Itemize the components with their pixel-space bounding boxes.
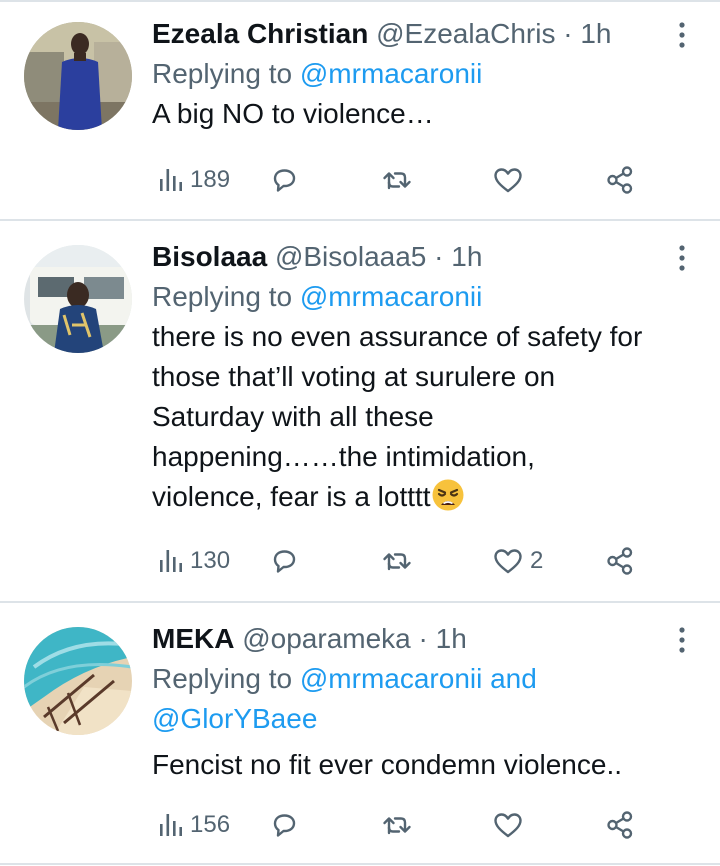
- mention-link[interactable]: @mrmacaronii: [300, 58, 482, 89]
- separator: [0, 863, 720, 865]
- tweet-text-line: violence, fear is a lotttt: [152, 477, 696, 517]
- like-button[interactable]: 2: [492, 541, 543, 581]
- mention-link[interactable]: @GlorYBaee: [152, 699, 696, 739]
- tweet[interactable]: Bisolaaa @Bisolaaa5 · 1h Replying to @mr…: [0, 221, 720, 601]
- share-icon: [607, 166, 633, 194]
- tweet-text: there is no even assurance of safety for…: [152, 317, 696, 517]
- reply-button[interactable]: [268, 160, 306, 200]
- tweet-header: Bisolaaa @Bisolaaa5 · 1h: [152, 237, 696, 277]
- heart-icon: [494, 168, 522, 193]
- display-name[interactable]: Ezeala Christian: [152, 18, 368, 49]
- replying-prefix: Replying to: [152, 58, 293, 89]
- weary-face-icon: [432, 479, 464, 511]
- tweet-header: Ezeala Christian @EzealaChris · 1h: [152, 14, 696, 54]
- user-handle[interactable]: @oparameka: [242, 623, 411, 654]
- tweet-text-line: happening……the intimidation,: [152, 441, 535, 472]
- action-bar: 130 2: [158, 541, 638, 581]
- retweet-icon: [383, 553, 411, 571]
- action-bar: 189: [158, 160, 638, 200]
- tweet-text-line: Fencist no fit ever condemn violence..: [152, 749, 623, 780]
- more-options-icon[interactable]: [668, 243, 696, 273]
- user-handle[interactable]: @EzealaChris: [376, 18, 555, 49]
- replying-prefix: Replying to: [152, 663, 293, 694]
- separator-dot: ·: [418, 623, 428, 654]
- avatar[interactable]: [24, 627, 132, 735]
- replying-to: Replying to @mrmacaronii: [152, 54, 696, 94]
- reply-icon: [273, 169, 296, 192]
- separator-dot: ·: [563, 18, 573, 49]
- views-count: 189: [190, 166, 231, 193]
- more-options-icon[interactable]: [668, 625, 696, 655]
- timestamp[interactable]: 1h: [451, 241, 482, 272]
- avatar-image: [24, 627, 132, 735]
- reply-icon: [273, 550, 296, 573]
- like-count: 2: [530, 547, 544, 574]
- views-button[interactable]: 189: [158, 160, 230, 200]
- views-icon: [160, 169, 182, 191]
- reply-icon: [273, 814, 296, 837]
- avatar-image: [24, 22, 132, 130]
- retweet-icon: [383, 172, 411, 190]
- views-icon: [160, 550, 182, 572]
- tweet-text: A big NO to violence…: [152, 94, 696, 134]
- separator-dot: ·: [434, 241, 444, 272]
- views-icon: [160, 814, 182, 836]
- share-button[interactable]: [604, 160, 636, 200]
- retweet-button[interactable]: [380, 160, 420, 200]
- user-handle[interactable]: @Bisolaaa5: [275, 241, 426, 272]
- like-button[interactable]: [492, 805, 530, 845]
- more-options-icon[interactable]: [668, 20, 696, 50]
- avatar[interactable]: [24, 245, 132, 353]
- avatar[interactable]: [24, 22, 132, 130]
- reply-feed: Ezeala Christian @EzealaChris · 1h Reply…: [0, 0, 720, 866]
- views-button[interactable]: 156: [158, 805, 230, 845]
- share-button[interactable]: [604, 541, 636, 581]
- mention-link[interactable]: @mrmacaronii and: [300, 663, 537, 694]
- heart-icon: [494, 549, 522, 574]
- replying-to: Replying to @mrmacaronii: [152, 277, 696, 317]
- like-button[interactable]: [492, 160, 530, 200]
- display-name[interactable]: Bisolaaa: [152, 241, 267, 272]
- tweet[interactable]: Ezeala Christian @EzealaChris · 1h Reply…: [0, 2, 720, 219]
- timestamp[interactable]: 1h: [436, 623, 467, 654]
- retweet-button[interactable]: [380, 541, 420, 581]
- heart-icon: [494, 813, 522, 838]
- tweet-text-line: Saturday with all these: [152, 401, 434, 432]
- avatar-image: [24, 245, 132, 353]
- tweet-text-segment: violence, fear is a lotttt: [152, 481, 431, 512]
- timestamp[interactable]: 1h: [580, 18, 611, 49]
- tweet-text-line: there is no even assurance of safety for: [152, 321, 643, 352]
- share-icon: [607, 547, 633, 575]
- replying-prefix: Replying to: [152, 281, 293, 312]
- views-count: 156: [190, 811, 231, 838]
- share-icon: [607, 811, 633, 839]
- share-button[interactable]: [604, 805, 636, 845]
- tweet-text-line: those that’ll voting at surulere on: [152, 361, 556, 392]
- tweet[interactable]: MEKA @oparameka · 1h Replying to @mrmaca…: [0, 603, 720, 863]
- reply-button[interactable]: [268, 805, 306, 845]
- display-name[interactable]: MEKA: [152, 623, 234, 654]
- tweet-text: Fencist no fit ever condemn violence..: [152, 745, 696, 785]
- reply-button[interactable]: [268, 541, 306, 581]
- action-bar: 156: [158, 805, 638, 845]
- tweet-header: MEKA @oparameka · 1h: [152, 619, 696, 659]
- tweet-text-line: A big NO to violence…: [152, 98, 434, 129]
- views-count: 130: [190, 547, 231, 574]
- retweet-button[interactable]: [380, 805, 420, 845]
- retweet-icon: [383, 817, 411, 835]
- views-button[interactable]: 130: [158, 541, 230, 581]
- mention-link[interactable]: @mrmacaronii: [300, 281, 482, 312]
- replying-to: Replying to @mrmacaronii and @GlorYBaee: [152, 659, 696, 739]
